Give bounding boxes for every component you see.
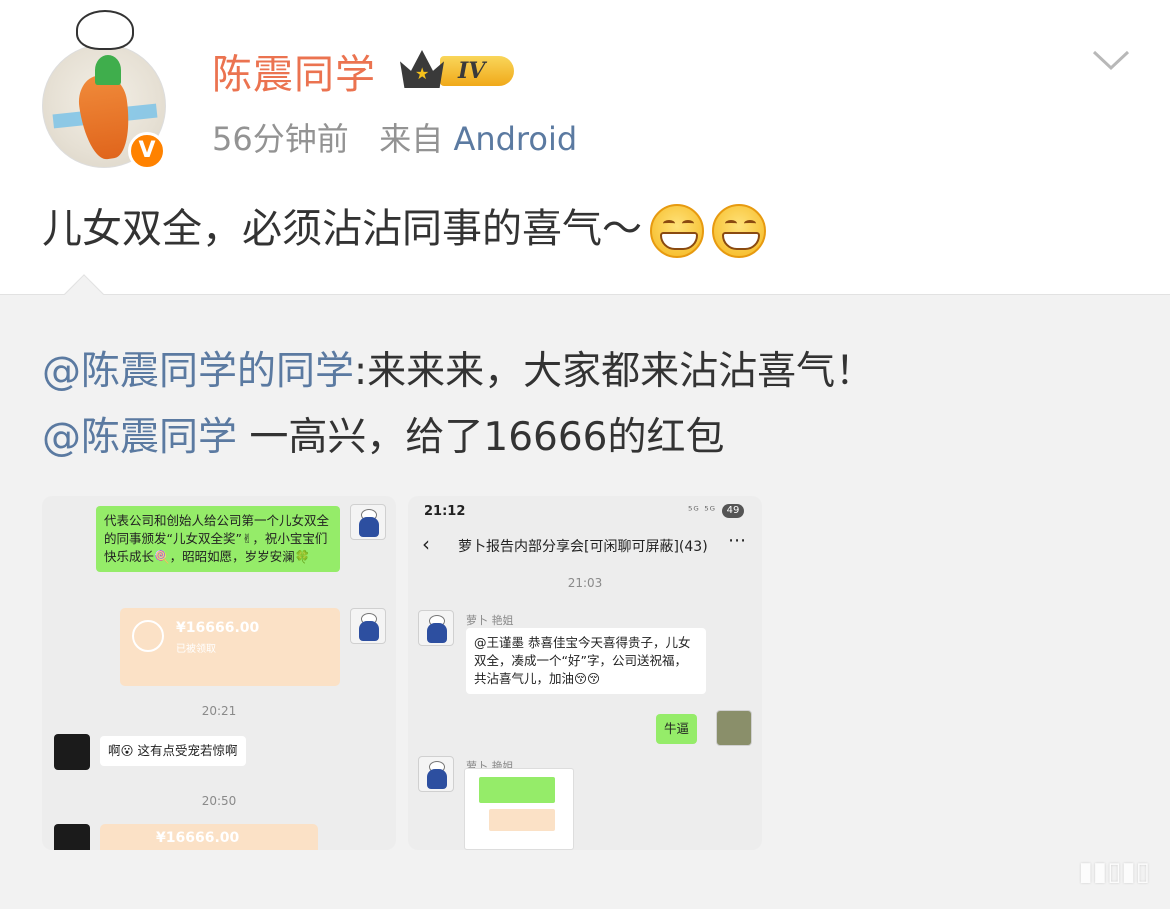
post-content: 儿女双全，必须沾沾同事的喜气～ [42,196,766,258]
chevron-down-icon[interactable] [1092,48,1130,72]
message-bubble: 代表公司和创始人给公司第一个儿女双全的同事颁发“儿女双全奖”✌，祝小宝宝们快乐成… [96,506,340,572]
post-meta: 56分钟前 来自 Android [212,114,577,160]
timestamp: 20:21 [201,704,237,718]
signal-icon: ⁵ᴳ ⁵ᴳ [687,504,716,517]
avatar [350,504,386,540]
retweet-line-2: @陈震同学 一高兴，给了16666的红包 [42,415,725,460]
chat-header: ‹ 萝卜报告内部分享会[可闲聊可屏蔽](43) ⋯ [408,530,762,560]
back-icon[interactable]: ‹ [422,532,430,556]
mention-link[interactable]: @陈震同学 [42,415,237,460]
post-text: 儿女双全，必须沾沾同事的喜气～ [42,206,642,252]
message-bubble: @王谨墨 恭喜佳宝今天喜得贵子，儿女双全，凑成一个“好”字，公司送祝福，共沾喜气… [466,628,706,694]
watermark: ▮▮▯▮▯ [1078,857,1150,887]
crown-level-icon[interactable]: IV ★ [400,50,516,90]
check-icon [132,620,164,652]
mention-link[interactable]: @陈震同学的同学 [42,349,354,394]
status-bar: 21:12 ⁵ᴳ ⁵ᴳ 49 [408,496,762,526]
retweet-line-1: @陈震同学的同学:来来来，大家都来沾沾喜气！ [42,349,875,394]
source-prefix: 来自 [379,120,444,158]
chat-screenshot-2[interactable]: 21:12 ⁵ᴳ ⁵ᴳ 49 ‹ 萝卜报告内部分享会[可闲聊可屏蔽](43) ⋯… [408,496,762,850]
level-badge: IV [440,56,514,86]
avatar [350,608,386,644]
verified-v-icon: V [128,132,166,170]
carrot-illustration [75,72,135,162]
avatar [716,710,752,746]
grin-emoji-icon [712,204,766,258]
bunny-icon [76,10,134,50]
timestamp: 20:50 [201,794,237,808]
avatar [54,824,90,850]
battery-icon: 49 [722,504,744,518]
sender-name: 萝卜 艳姐 [466,614,514,627]
message-bubble: 啊😮 这有点受宠若惊啊 [100,736,246,766]
avatar [418,610,454,646]
chat-title: 萝卜报告内部分享会[可闲聊可屏蔽](43) [458,539,708,555]
more-icon[interactable]: ⋯ [728,530,746,551]
timestamp: 21:03 [567,576,603,590]
message-bubble: 牛逼 [656,714,698,744]
post-time: 56分钟前 [212,120,349,158]
avatar [418,756,454,792]
grin-emoji-icon [650,204,704,258]
user-avatar[interactable]: V [42,10,170,170]
username[interactable]: 陈震同学 [212,42,376,100]
post-source[interactable]: Android [453,120,577,158]
red-packet: ¥16666.00 已被领取 [120,608,340,686]
avatar [54,734,90,770]
image-message[interactable] [464,768,574,850]
chat-screenshot-1[interactable]: 代表公司和创始人给公司第一个儿女双全的同事颁发“儿女双全奖”✌，祝小宝宝们快乐成… [42,496,396,850]
red-packet: ¥16666.00 [100,824,318,850]
